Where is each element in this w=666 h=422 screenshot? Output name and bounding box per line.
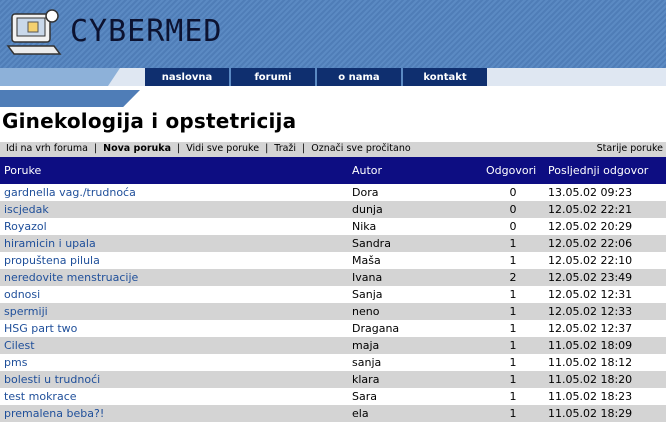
table-row: Royazol Nika 0 12.05.02 20:29 [0,218,666,235]
message-last-reply: 11.05.02 18:12 [544,354,666,371]
link-older-messages[interactable]: Starije poruke [597,143,663,154]
message-author: dunja [348,201,482,218]
message-subject-link[interactable]: iscjedak [0,201,348,218]
message-reply-count: 1 [482,388,544,405]
message-subject-link[interactable]: premalena beba?! [0,405,348,422]
decor-wedge [0,68,120,86]
message-subject-link[interactable]: neredovite menstruacije [0,269,348,286]
nav-naslovna[interactable]: naslovna [145,68,231,86]
table-row: spermiji neno 1 12.05.02 12:33 [0,303,666,320]
message-last-reply: 12.05.02 12:37 [544,320,666,337]
message-reply-count: 1 [482,371,544,388]
toolbar-separator: | [265,143,269,154]
message-reply-count: 0 [482,201,544,218]
message-author: Ivana [348,269,482,286]
message-subject-link[interactable]: pms [0,354,348,371]
message-subject-link[interactable]: HSG part two [0,320,348,337]
toolbar-separator: | [302,143,306,154]
message-reply-count: 1 [482,235,544,252]
table-row: iscjedak dunja 0 12.05.02 22:21 [0,201,666,218]
message-subject-link[interactable]: bolesti u trudnoći [0,371,348,388]
message-reply-count: 2 [482,269,544,286]
nav-forumi[interactable]: forumi [231,68,317,86]
toolbar-separator: | [93,143,98,154]
computer-logo-icon[interactable] [6,6,62,58]
site-logo-text[interactable]: CYBERMED [70,14,223,49]
message-author: Dragana [348,320,482,337]
message-reply-count: 1 [482,337,544,354]
nav-kontakt[interactable]: kontakt [403,68,487,86]
message-reply-count: 1 [482,320,544,337]
message-subject-link[interactable]: gardnella vag./trudnoća [0,184,348,201]
toolbar-separator: | [177,143,181,154]
message-last-reply: 13.05.02 09:23 [544,184,666,201]
message-last-reply: 12.05.02 12:31 [544,286,666,303]
table-row: test mokrace Sara 1 11.05.02 18:23 [0,388,666,405]
message-last-reply: 12.05.02 22:10 [544,252,666,269]
message-author: Maša [348,252,482,269]
message-author: Dora [348,184,482,201]
message-subject-link[interactable]: odnosi [0,286,348,303]
table-row: neredovite menstruacije Ivana 2 12.05.02 23… [0,269,666,286]
link-view-all[interactable]: Vidi sve poruke [186,143,259,154]
message-subject-link[interactable]: propuštena pilula [0,252,348,269]
message-last-reply: 12.05.02 22:21 [544,201,666,218]
message-reply-count: 1 [482,354,544,371]
link-new-message[interactable]: Nova poruka [103,143,171,154]
message-reply-count: 1 [482,303,544,320]
message-last-reply: 11.05.02 18:09 [544,337,666,354]
table-row: HSG part two Dragana 1 12.05.02 12:37 [0,320,666,337]
message-last-reply: 12.05.02 20:29 [544,218,666,235]
header-poruke: Poruke [0,157,348,184]
link-top-of-forum[interactable]: Idi na vrh foruma [6,143,88,154]
table-row: odnosi Sanja 1 12.05.02 12:31 [0,286,666,303]
header-autor: Autor [348,157,482,184]
message-reply-count: 0 [482,184,544,201]
message-author: maja [348,337,482,354]
table-row: hiramicin i upala Sandra 1 12.05.02 22:06 [0,235,666,252]
message-reply-count: 1 [482,286,544,303]
messages-table: Poruke Autor Odgovori Posljednji odgovor… [0,157,666,422]
message-reply-count: 0 [482,218,544,235]
message-author: Sanja [348,286,482,303]
message-last-reply: 12.05.02 12:33 [544,303,666,320]
nav-o-nama[interactable]: o nama [317,68,403,86]
message-author: Sandra [348,235,482,252]
page-title: Ginekologija i opstetricija [2,109,297,133]
table-row: premalena beba?! ela 1 11.05.02 18:29 [0,405,666,422]
message-subject-link[interactable]: hiramicin i upala [0,235,348,252]
message-reply-count: 1 [482,252,544,269]
message-author: sanja [348,354,482,371]
message-subject-link[interactable]: Cilest [0,337,348,354]
message-subject-link[interactable]: Royazol [0,218,348,235]
table-row: gardnella vag./trudnoća Dora 0 13.05.02 09:… [0,184,666,201]
message-last-reply: 12.05.02 23:49 [544,269,666,286]
table-row: Cilest maja 1 11.05.02 18:09 [0,337,666,354]
message-subject-link[interactable]: test mokrace [0,388,348,405]
message-author: klara [348,371,482,388]
table-row: propuštena pilula Maša 1 12.05.02 22:10 [0,252,666,269]
message-last-reply: 11.05.02 18:23 [544,388,666,405]
message-last-reply: 11.05.02 18:29 [544,405,666,422]
message-last-reply: 11.05.02 18:20 [544,371,666,388]
link-search[interactable]: Traži [274,143,296,154]
link-mark-all-read[interactable]: Označi sve pročitano [311,143,410,154]
header-odgovori: Odgovori [482,157,544,184]
table-row: pms sanja 1 11.05.02 18:12 [0,354,666,371]
message-author: Nika [348,218,482,235]
main-nav: naslovna forumi o nama kontakt [145,68,487,86]
message-author: neno [348,303,482,320]
message-subject-link[interactable]: spermiji [0,303,348,320]
table-header-row: Poruke Autor Odgovori Posljednji odgovor [0,157,666,184]
decor-wedge-lower [0,90,140,107]
site-header: CYBERMED naslovna forumi o nama kontakt [0,0,666,108]
table-row: bolesti u trudnoći klara 1 11.05.02 18:20 [0,371,666,388]
message-last-reply: 12.05.02 22:06 [544,235,666,252]
message-author: Sara [348,388,482,405]
message-author: ela [348,405,482,422]
message-reply-count: 1 [482,405,544,422]
forum-toolbar: Idi na vrh foruma | Nova poruka | Vidi s… [0,142,666,157]
header-posljednji-odgovor: Posljednji odgovor [544,157,666,184]
